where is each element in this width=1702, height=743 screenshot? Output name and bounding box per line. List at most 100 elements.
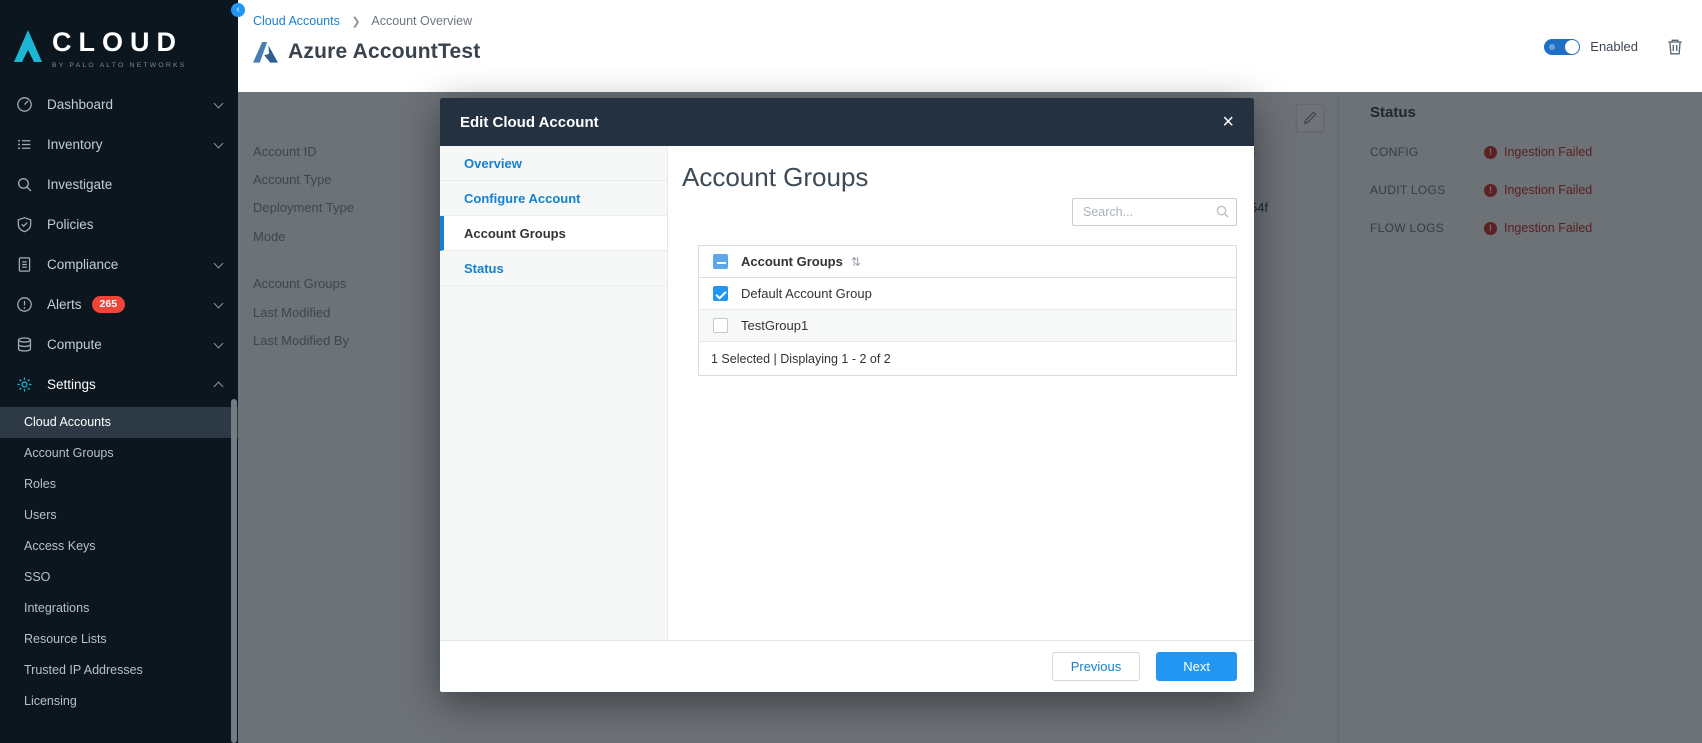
account-groups-table: Account Groups ⇅ Default Account Group T…	[698, 245, 1237, 376]
subnav-label: SSO	[24, 570, 50, 584]
logo-title: CLOUD	[52, 28, 186, 58]
row-checkbox[interactable]	[713, 286, 728, 301]
nav-label: Investigate	[47, 177, 112, 192]
modal-main: Account Groups Account Groups ⇅ Default …	[668, 146, 1254, 640]
modal-tab-status[interactable]: Status	[440, 251, 667, 286]
modal-step-nav: Overview Configure Account Account Group…	[440, 146, 668, 640]
document-icon	[16, 256, 34, 274]
gear-icon	[16, 376, 34, 394]
sidebar-scrollbar[interactable]	[231, 399, 237, 743]
nav-label: Compliance	[47, 257, 118, 272]
search-box	[1072, 198, 1237, 226]
sidebar-item-policies[interactable]: Policies	[0, 205, 238, 245]
shield-icon	[16, 216, 34, 234]
subnav-label: Users	[24, 508, 57, 522]
page-title: Azure AccountTest	[288, 40, 480, 64]
sidebar-item-compute[interactable]: Compute	[0, 325, 238, 365]
subnav-label: Cloud Accounts	[24, 415, 111, 429]
modal-tab-label: Configure Account	[464, 191, 581, 206]
account-group-name: TestGroup1	[741, 318, 808, 333]
modal-tab-account-groups[interactable]: Account Groups	[440, 216, 667, 251]
sidebar-item-sso[interactable]: SSO	[0, 562, 238, 593]
modal-tab-configure-account[interactable]: Configure Account	[440, 181, 667, 216]
toggle-label: Enabled	[1590, 39, 1638, 54]
gauge-icon	[16, 96, 34, 114]
table-row[interactable]: TestGroup1	[699, 310, 1236, 342]
modal-header: Edit Cloud Account ×	[440, 98, 1254, 146]
next-button[interactable]: Next	[1156, 652, 1237, 681]
sidebar-item-access-keys[interactable]: Access Keys	[0, 531, 238, 562]
sidebar-item-inventory[interactable]: Inventory	[0, 125, 238, 165]
subnav-label: Integrations	[24, 601, 89, 615]
table-row[interactable]: Default Account Group	[699, 278, 1236, 310]
column-header-account-groups[interactable]: Account Groups	[741, 254, 843, 269]
sidebar-item-users[interactable]: Users	[0, 500, 238, 531]
chevron-down-icon	[214, 138, 224, 148]
nav-label: Settings	[47, 377, 96, 392]
nav-label: Inventory	[47, 137, 103, 152]
breadcrumb-current: Account Overview	[371, 14, 472, 28]
sidebar-item-dashboard[interactable]: Dashboard	[0, 85, 238, 125]
sidebar-item-investigate[interactable]: Investigate	[0, 165, 238, 205]
sidebar: CLOUD BY PALO ALTO NETWORKS Dashboard In…	[0, 0, 238, 743]
sidebar-item-settings[interactable]: Settings	[0, 365, 238, 405]
database-icon	[16, 336, 34, 354]
modal-tab-label: Status	[464, 261, 504, 276]
subnav-label: Licensing	[24, 694, 77, 708]
app-logo: CLOUD BY PALO ALTO NETWORKS	[0, 0, 238, 69]
alerts-count-badge: 265	[92, 296, 126, 313]
cloud-logo-icon	[12, 28, 44, 64]
row-checkbox[interactable]	[713, 318, 728, 333]
table-footer: 1 Selected | Displaying 1 - 2 of 2	[699, 342, 1236, 375]
modal-section-heading: Account Groups	[682, 162, 1254, 193]
subnav-label: Roles	[24, 477, 56, 491]
subnav-label: Account Groups	[24, 446, 114, 460]
nav-label: Alerts	[47, 297, 82, 312]
sidebar-item-resource-lists[interactable]: Resource Lists	[0, 624, 238, 655]
previous-button[interactable]: Previous	[1052, 652, 1141, 681]
list-icon	[16, 136, 34, 154]
breadcrumb-link-cloud-accounts[interactable]: Cloud Accounts	[253, 14, 340, 28]
search-input[interactable]	[1072, 198, 1237, 226]
edit-cloud-account-modal: Edit Cloud Account × Overview Configure …	[440, 98, 1254, 692]
subnav-label: Resource Lists	[24, 632, 107, 646]
modal-title: Edit Cloud Account	[460, 114, 599, 131]
sidebar-item-alerts[interactable]: Alerts 265	[0, 285, 238, 325]
modal-tab-label: Account Groups	[464, 226, 566, 241]
modal-tab-overview[interactable]: Overview	[440, 146, 667, 181]
chevron-up-icon	[214, 382, 224, 392]
enabled-toggle[interactable]	[1544, 39, 1580, 55]
chevron-down-icon	[214, 298, 224, 308]
sidebar-item-cloud-accounts[interactable]: Cloud Accounts	[0, 407, 238, 438]
chevron-right-icon: ❯	[351, 16, 360, 28]
sidebar-item-compliance[interactable]: Compliance	[0, 245, 238, 285]
sidebar-item-integrations[interactable]: Integrations	[0, 593, 238, 624]
logo-subtitle: BY PALO ALTO NETWORKS	[52, 62, 186, 69]
breadcrumb: Cloud Accounts ❯ Account Overview	[253, 14, 1702, 28]
sort-icon[interactable]: ⇅	[851, 255, 861, 269]
modal-footer: Previous Next	[440, 640, 1254, 692]
sidebar-item-trusted-ip-addresses[interactable]: Trusted IP Addresses	[0, 655, 238, 686]
nav-label: Compute	[47, 337, 102, 352]
search-icon	[1215, 204, 1230, 219]
nav-label: Dashboard	[47, 97, 113, 112]
trash-icon[interactable]	[1666, 37, 1684, 56]
subnav-label: Trusted IP Addresses	[24, 663, 143, 677]
sidebar-item-licensing[interactable]: Licensing	[0, 686, 238, 717]
table-header-row: Account Groups ⇅	[699, 246, 1236, 278]
toggle-knob	[1565, 40, 1579, 54]
subnav-label: Access Keys	[24, 539, 96, 553]
chevron-down-icon	[214, 98, 224, 108]
select-all-checkbox[interactable]	[713, 254, 728, 269]
sidebar-nav: Dashboard Inventory Investigate Policies	[0, 85, 238, 405]
sidebar-collapse-button[interactable]: ‹	[231, 3, 245, 17]
azure-icon	[253, 42, 278, 63]
sidebar-item-roles[interactable]: Roles	[0, 469, 238, 500]
sidebar-item-account-groups[interactable]: Account Groups	[0, 438, 238, 469]
page-header: Cloud Accounts ❯ Account Overview Azure …	[238, 0, 1702, 92]
alert-circle-icon	[16, 296, 34, 314]
nav-label: Policies	[47, 217, 94, 232]
close-icon[interactable]: ×	[1222, 112, 1234, 132]
chevron-down-icon	[214, 338, 224, 348]
modal-tab-label: Overview	[464, 156, 522, 171]
